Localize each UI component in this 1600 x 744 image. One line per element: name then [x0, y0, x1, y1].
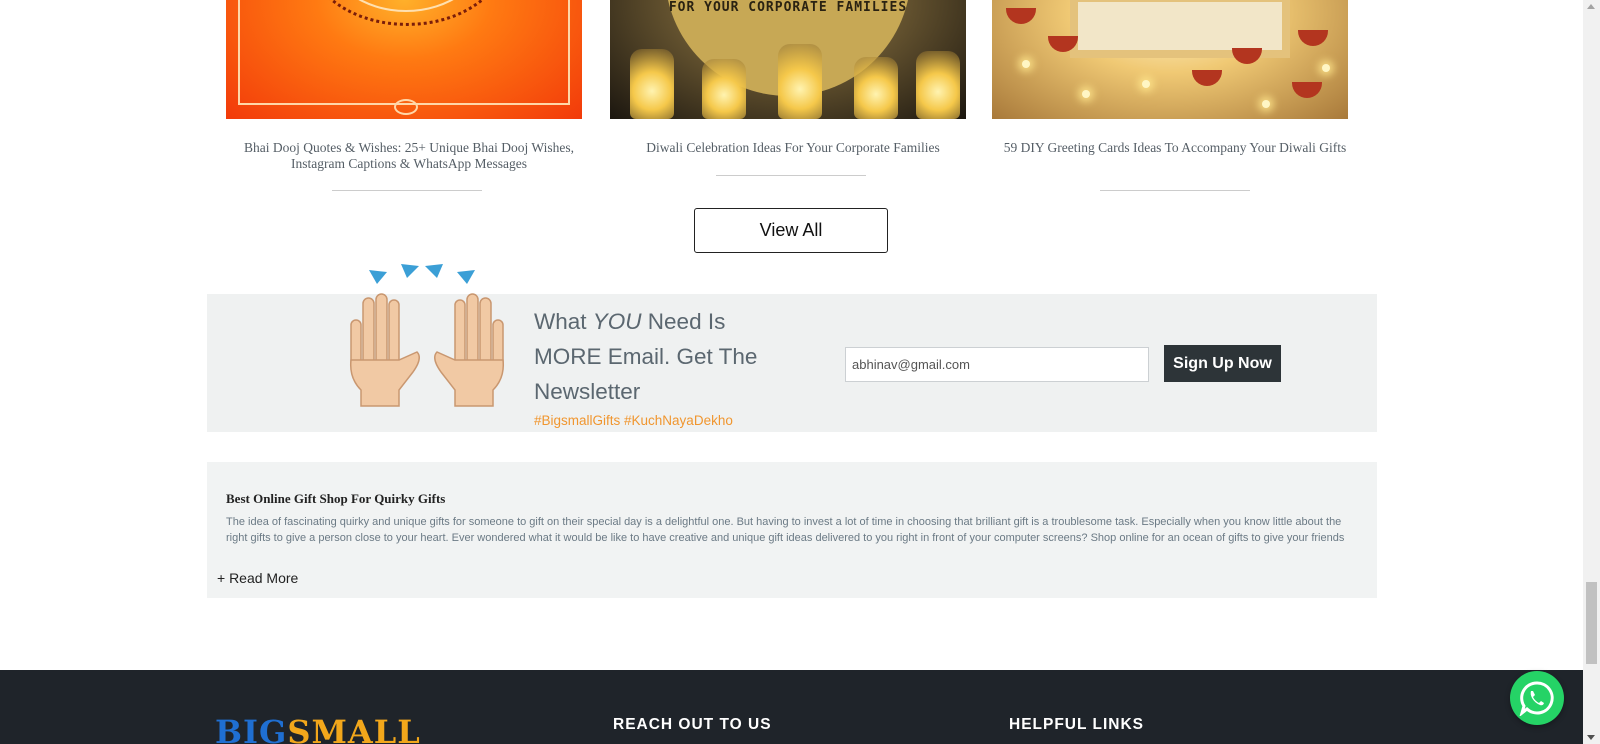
blog-card-title[interactable]: 59 DIY Greeting Cards Ideas To Accompany… [997, 140, 1353, 156]
vertical-scrollbar[interactable] [1583, 0, 1600, 744]
seo-section: Best Online Gift Shop For Quirky Gifts T… [207, 462, 1377, 598]
logo-text-big: BIG [215, 713, 288, 744]
whatsapp-icon [1519, 681, 1554, 716]
blog-card-title[interactable]: Bhai Dooj Quotes & Wishes: 25+ Unique Bh… [231, 140, 587, 172]
seo-text: The idea of fascinating quirky and uniqu… [226, 516, 1345, 544]
scroll-up-arrow-icon[interactable] [1587, 4, 1595, 9]
blog-card-title[interactable]: Diwali Celebration Ideas For Your Corpor… [615, 140, 971, 156]
bigsmall-logo[interactable]: BIGSMALL [215, 712, 421, 744]
read-more-link[interactable]: + Read More [217, 570, 298, 586]
reach-out-heading: REACH OUT TO US [613, 716, 772, 733]
newsletter-hashtags: #BigsmallGifts #KuchNayaDekho [534, 413, 733, 428]
image-caption: FOR YOUR CORPORATE FAMILIES [668, 0, 908, 15]
whatsapp-button[interactable] [1510, 671, 1564, 725]
logo-text-small: SMALL [287, 713, 421, 744]
blog-card-image-bhai-dooj[interactable] [226, 0, 582, 119]
card-divider [332, 190, 482, 191]
newsletter-heading-emphasis: YOU [592, 309, 642, 334]
card-divider [1100, 190, 1250, 191]
page-content: FOR YOUR CORPORATE FAMILIES Bhai Dooj Qu… [0, 0, 1583, 744]
sign-up-button[interactable]: Sign Up Now [1164, 345, 1281, 382]
email-field[interactable] [845, 347, 1149, 382]
seo-title: Best Online Gift Shop For Quirky Gifts [226, 491, 446, 506]
newsletter-heading: What YOU Need Is MORE Email. Get The New… [534, 304, 774, 409]
scrollbar-thumb[interactable] [1586, 582, 1597, 664]
view-all-button[interactable]: View All [694, 208, 888, 253]
card-divider [716, 175, 866, 176]
blog-card-image-diy-greeting-cards[interactable] [992, 0, 1348, 119]
newsletter-heading-text: What [534, 309, 593, 334]
blog-card-image-diwali-corporate[interactable]: FOR YOUR CORPORATE FAMILIES [610, 0, 966, 119]
raised-hands-icon [349, 264, 505, 407]
scroll-down-arrow-icon[interactable] [1587, 735, 1595, 740]
helpful-links-heading: HELPFUL LINKS [1009, 716, 1144, 733]
